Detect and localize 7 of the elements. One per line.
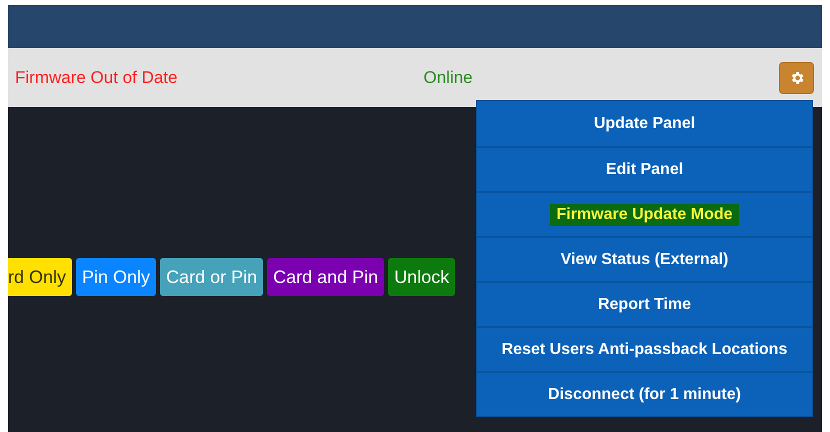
firmware-status: Firmware Out of Date xyxy=(15,68,178,88)
mode-badge[interactable]: Pin Only xyxy=(76,258,156,296)
connection-status: Online xyxy=(424,68,473,88)
mode-badge[interactable]: Card and Pin xyxy=(267,258,384,296)
mode-badge[interactable]: rd Only xyxy=(8,258,72,296)
mode-badge[interactable]: Unlock xyxy=(388,258,456,296)
settings-button[interactable] xyxy=(779,62,814,94)
